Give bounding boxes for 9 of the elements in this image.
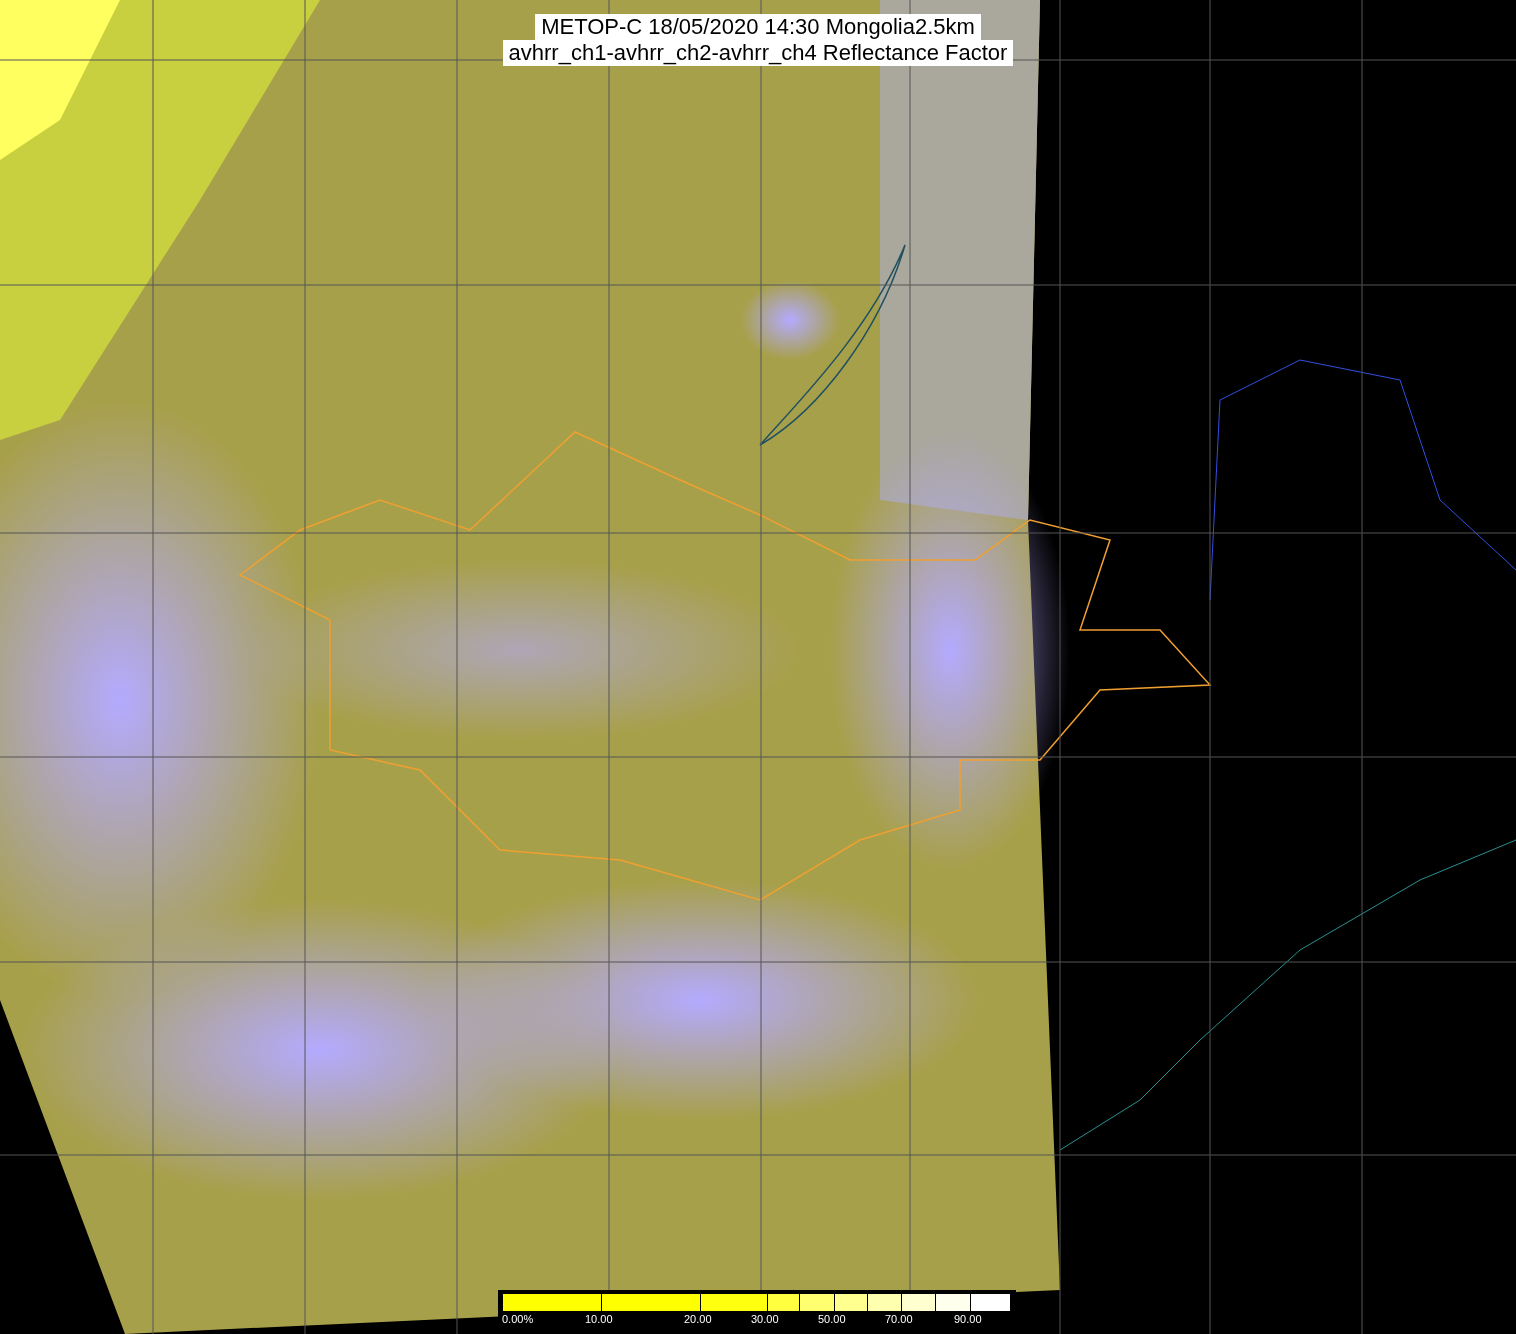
scale-label: 0.00% (502, 1313, 534, 1325)
image-title: avhrr_ch1-avhrr_ch2-avhrr_ch4 Reflectance Factor (502, 40, 1014, 66)
scale-label: 20.00 (684, 1313, 712, 1325)
scale-label: 90.00 (954, 1313, 982, 1325)
scale-label: 70.00 (885, 1313, 913, 1325)
scale-label: 10.00 (585, 1313, 613, 1325)
scale-label: 50.00 (818, 1313, 846, 1325)
scale-label: 30.00 (751, 1313, 779, 1325)
image-title: METOP-C 18/05/2020 14:30 Mongolia2.5km (535, 14, 981, 40)
